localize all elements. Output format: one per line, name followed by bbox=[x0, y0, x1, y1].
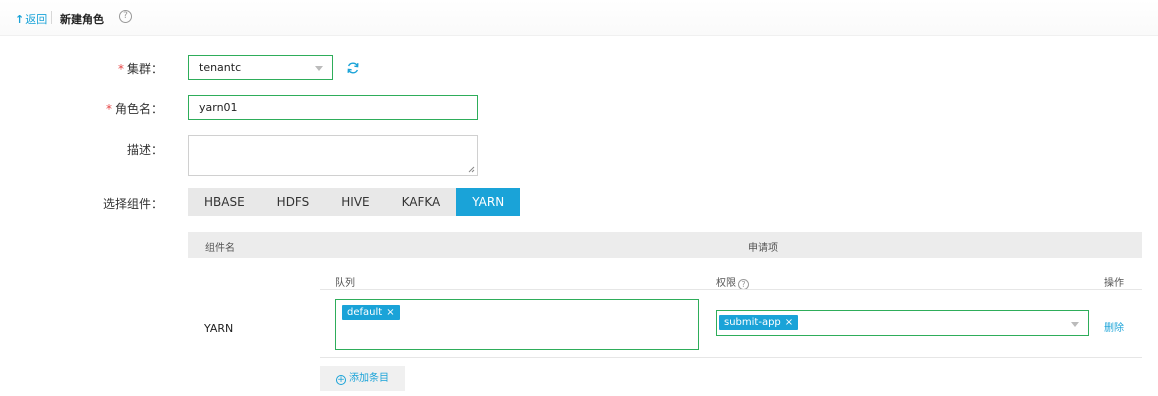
component-label: 选择组件： bbox=[102, 197, 163, 211]
plus-circle-icon: + bbox=[336, 375, 346, 385]
tab-hdfs[interactable]: HDFS bbox=[261, 188, 326, 216]
chevron-down-icon bbox=[1071, 322, 1079, 327]
tab-hbase[interactable]: HBASE bbox=[188, 188, 261, 216]
queue-tag-label: default bbox=[347, 307, 383, 318]
queue-tag-input[interactable]: default × bbox=[335, 299, 699, 350]
tab-yarn[interactable]: YARN bbox=[456, 188, 521, 216]
row-component-name: YARN bbox=[204, 322, 234, 335]
permission-tag: submit-app × bbox=[719, 315, 799, 330]
permission-tag-label: submit-app bbox=[724, 317, 781, 328]
divider bbox=[320, 289, 1142, 290]
tab-hive[interactable]: HIVE bbox=[325, 188, 385, 216]
permission-tag-select[interactable]: submit-app × bbox=[716, 310, 1089, 336]
back-label: 返回 bbox=[25, 13, 48, 26]
back-arrow-icon: ↑ bbox=[15, 13, 25, 26]
role-name-input[interactable]: yarn01 bbox=[188, 95, 478, 120]
subheader-queue: 队列 bbox=[335, 278, 355, 289]
add-entry-label: 添加条目 bbox=[349, 373, 389, 384]
subheader-permission-text: 权限 bbox=[716, 278, 736, 289]
chevron-down-icon bbox=[315, 66, 323, 71]
queue-tag: default × bbox=[342, 305, 400, 320]
resize-handle-icon[interactable] bbox=[468, 166, 475, 173]
refresh-icon[interactable] bbox=[346, 61, 360, 75]
cluster-label: * 集群： bbox=[3, 60, 163, 77]
divider bbox=[320, 357, 1142, 358]
delete-row-link[interactable]: 删除 bbox=[1104, 319, 1124, 334]
remove-tag-icon[interactable]: × bbox=[386, 307, 394, 318]
role-name-label-text: 角色名： bbox=[114, 102, 163, 116]
description-textarea[interactable] bbox=[188, 135, 478, 176]
header-divider bbox=[51, 11, 52, 24]
top-bar: ↑返回 新建角色 ? bbox=[0, 0, 1158, 36]
cluster-select[interactable]: tenantc bbox=[188, 55, 333, 80]
remove-tag-icon[interactable]: × bbox=[785, 317, 793, 328]
help-icon[interactable]: ? bbox=[119, 10, 132, 23]
table-header: 组件名 申请项 bbox=[188, 232, 1142, 258]
required-mark: * bbox=[105, 102, 112, 116]
subheader-permission: 权限? bbox=[716, 274, 749, 290]
subheader-operation: 操作 bbox=[1104, 278, 1124, 289]
cluster-label-text: 集群： bbox=[126, 62, 163, 76]
header-apply-items: 申请项 bbox=[748, 243, 778, 254]
cluster-select-value: tenantc bbox=[199, 61, 242, 74]
component-tabs: HBASE HDFS HIVE KAFKA YARN bbox=[188, 188, 521, 216]
header-component-name: 组件名 bbox=[205, 243, 235, 254]
role-name-label: * 角色名： bbox=[3, 100, 163, 117]
required-mark: * bbox=[117, 62, 124, 76]
add-entry-button[interactable]: + 添加条目 bbox=[320, 366, 405, 391]
description-label: 描述： bbox=[126, 143, 163, 157]
page-title: 新建角色 bbox=[60, 13, 104, 26]
tab-kafka[interactable]: KAFKA bbox=[386, 188, 457, 216]
back-link[interactable]: ↑返回 bbox=[15, 11, 47, 27]
